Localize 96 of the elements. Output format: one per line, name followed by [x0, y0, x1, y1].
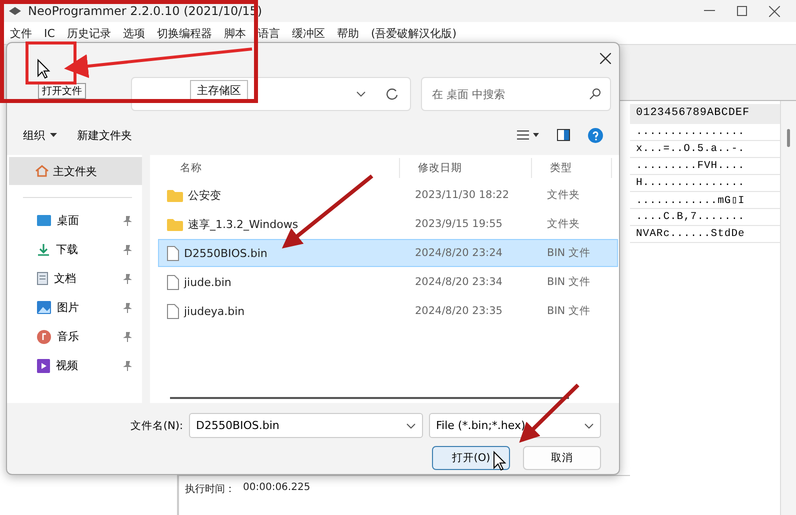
pin-icon: [123, 360, 132, 370]
file-name: 速享_1.3.2_Windows: [188, 216, 298, 232]
music-icon: [37, 330, 51, 344]
filename-field[interactable]: D2550BIOS.bin: [189, 413, 423, 438]
sidebar-label: 视频: [56, 358, 78, 373]
file-name: jiude.bin: [184, 276, 232, 288]
sidebar-label: 文档: [54, 271, 76, 286]
file-date: 2024/8/20 23:35: [414, 305, 504, 317]
column-header[interactable]: 修改日期: [400, 158, 532, 178]
folder-icon: [167, 218, 183, 230]
file-row[interactable]: D2550BIOS.bin 2024/8/20 23:24 BIN 文件: [158, 239, 618, 267]
file-name: D2550BIOS.bin: [184, 246, 268, 260]
file-row[interactable]: 速享_1.3.2_Windows 2023/9/15 19:55 文件夹: [158, 210, 618, 238]
home-folder-label: 主文件夹: [53, 164, 97, 178]
column-header[interactable]: 名称: [162, 158, 400, 178]
sidebar-item[interactable]: 图片: [7, 293, 142, 322]
sidebar-label: 图片: [57, 300, 79, 315]
file-type: 文件夹: [546, 188, 581, 202]
command-button[interactable]: 组织: [23, 126, 57, 144]
file-name: 公安变: [188, 188, 221, 202]
sidebar-item[interactable]: 下载: [7, 235, 142, 264]
file-row[interactable]: jiudeya.bin 2024/8/20 23:35 BIN 文件: [158, 297, 618, 325]
sidebar-label: 音乐: [57, 329, 79, 344]
file-date: 2023/9/15 19:55: [414, 218, 504, 230]
menu-item[interactable]: 历史记录: [60, 26, 117, 40]
picture-icon: [37, 301, 51, 314]
file-type: BIN 文件: [546, 275, 592, 289]
download-icon: [37, 243, 50, 256]
menu-item[interactable]: 文件: [4, 26, 38, 40]
close-icon[interactable]: [600, 52, 611, 64]
file-row[interactable]: jiude.bin 2024/8/20 23:34 BIN 文件: [158, 268, 618, 296]
folder-icon: [167, 188, 183, 202]
command-button[interactable]: 新建文件夹: [77, 126, 132, 144]
sidebar-item[interactable]: 视频: [7, 351, 142, 380]
document-icon: [37, 272, 48, 285]
menu-item[interactable]: 选项: [116, 26, 151, 40]
sidebar-item[interactable]: 文档: [7, 264, 142, 293]
search-icon: [589, 88, 601, 100]
scrollbar[interactable]: [170, 397, 569, 399]
file-type: BIN 文件: [546, 246, 592, 260]
menu-item[interactable]: 缓冲区: [286, 26, 331, 40]
pin-icon: [123, 332, 132, 342]
desktop-icon: [37, 215, 51, 226]
home-icon: [35, 165, 49, 177]
sidebar-item[interactable]: 桌面: [7, 206, 142, 235]
search-field[interactable]: 在 桌面 中搜索: [421, 77, 611, 111]
file-date: 2023/11/30 18:22: [414, 189, 510, 201]
chip-icon: [8, 6, 22, 16]
menu-item[interactable]: 切换编程器: [150, 26, 218, 40]
chevron-down-icon: [584, 422, 594, 428]
cursor-icon: [494, 450, 506, 471]
scrollbar[interactable]: [780, 101, 796, 515]
chevron-down-icon: [406, 422, 416, 428]
file-row[interactable]: 公安变 2023/11/30 18:22 文件夹: [158, 181, 618, 209]
file-name: jiudeya.bin: [184, 304, 245, 318]
caret-icon: [50, 133, 57, 137]
file-icon: [167, 304, 179, 318]
file-type: BIN 文件: [546, 304, 592, 318]
menu-item[interactable]: 语言: [252, 26, 286, 40]
column-header[interactable]: 类型: [532, 158, 612, 178]
menu-item[interactable]: 脚本: [218, 26, 252, 40]
menu-item[interactable]: (吾爱破解汉化版): [364, 26, 463, 40]
pin-icon: [123, 244, 132, 254]
home-folder-item[interactable]: 主文件夹: [9, 157, 142, 185]
minimize-icon[interactable]: [704, 10, 715, 12]
maximize-icon[interactable]: [737, 6, 747, 16]
close-icon[interactable]: [769, 6, 780, 16]
filename-label: 文件名(N):: [130, 418, 183, 432]
cursor-icon: [38, 58, 50, 79]
cancel-button[interactable]: 取消: [523, 446, 601, 470]
sidebar-item[interactable]: 音乐: [7, 322, 142, 351]
help-icon[interactable]: [588, 128, 603, 142]
hex-header: 0123456789ABCDEF: [630, 104, 780, 124]
refresh-icon[interactable]: [386, 88, 398, 100]
log-value: 00:00:06.225: [243, 482, 310, 495]
menu-item[interactable]: IC: [38, 26, 61, 40]
open-button[interactable]: 打开(O): [432, 446, 510, 470]
log-label: 执行时间：: [185, 482, 235, 497]
pin-icon: [123, 216, 132, 226]
file-date: 2024/8/20 23:34: [414, 276, 504, 288]
file-icon: [167, 246, 179, 260]
tab[interactable]: 主存储区: [190, 80, 248, 100]
file-type-dropdown[interactable]: File (*.bin;*.hex): [429, 413, 601, 438]
sidebar-label: 桌面: [57, 213, 79, 228]
preview-pane-icon[interactable]: [557, 129, 570, 141]
video-icon: [37, 358, 50, 372]
chevron-down-icon[interactable]: [356, 91, 366, 97]
menu-item[interactable]: 帮助: [330, 26, 365, 40]
file-icon: [167, 274, 179, 290]
sidebar-label: 下载: [56, 242, 78, 257]
tooltip: 打开文件: [38, 83, 86, 99]
file-type: 文件夹: [546, 217, 581, 231]
pin-icon: [123, 302, 132, 312]
view-list-icon[interactable]: [517, 130, 539, 140]
pin-icon: [123, 274, 132, 284]
file-date: 2024/8/20 23:24: [414, 247, 504, 259]
